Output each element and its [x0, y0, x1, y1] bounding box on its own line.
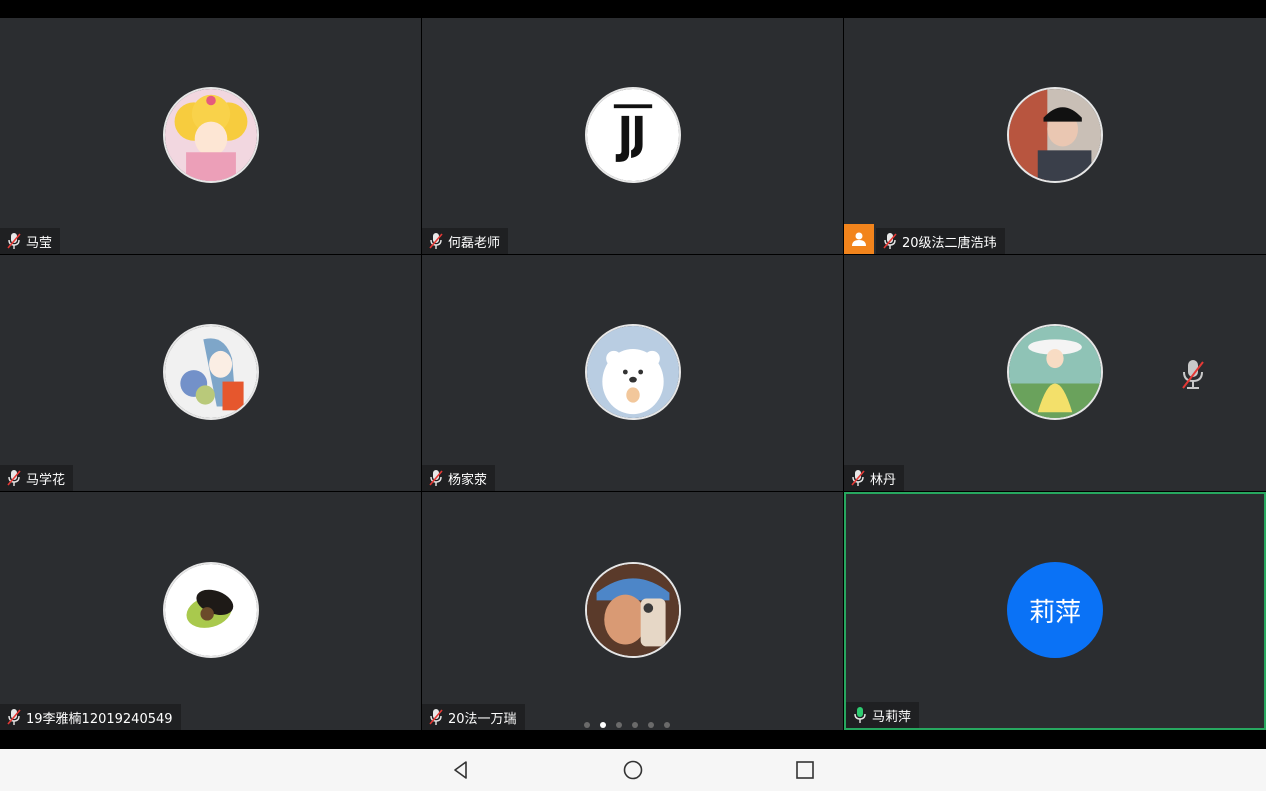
host-person-icon — [852, 232, 866, 246]
participant-avatar — [584, 324, 681, 420]
recents-icon — [796, 761, 814, 779]
participant-name: 19李雅楠12019240549 — [26, 711, 173, 727]
mic-muted-large-icon — [1182, 360, 1204, 389]
recents-button[interactable] — [794, 759, 816, 781]
participant-name-label: 20法一万瑞 — [422, 704, 525, 730]
page-dot[interactable] — [632, 722, 638, 728]
page-dot-current[interactable] — [600, 722, 606, 728]
back-icon — [454, 761, 467, 779]
participant-avatar — [1007, 324, 1103, 420]
participant-name-label: 马学花 — [0, 465, 74, 491]
participant-tile[interactable]: 20级法二唐浩玮 — [844, 18, 1266, 254]
participant-name: 马莹 — [26, 235, 53, 251]
host-badge — [844, 224, 874, 254]
participant-tile[interactable]: 19李雅楠12019240549 — [0, 492, 421, 730]
status-bar — [0, 0, 1266, 18]
participant-name: 20法一万瑞 — [448, 711, 517, 727]
mic-active-icon — [854, 707, 866, 723]
participant-avatar — [1007, 87, 1103, 183]
mic-muted-icon — [883, 233, 897, 249]
participant-tile-active[interactable]: 莉萍 马莉萍 — [844, 492, 1266, 730]
mic-muted-icon — [7, 470, 21, 486]
participant-name-label: 19李雅楠12019240549 — [0, 704, 181, 730]
participant-name-label: 20级法二唐浩玮 — [876, 228, 1005, 254]
participant-name: 马莉萍 — [872, 709, 912, 725]
mic-muted-icon — [429, 470, 443, 486]
participant-name-label: 林丹 — [844, 465, 905, 491]
participant-name: 何磊老师 — [448, 235, 501, 251]
mic-muted-icon — [429, 233, 443, 249]
participant-tile[interactable]: 马学花 — [0, 255, 421, 491]
page-dot[interactable] — [584, 722, 590, 728]
participant-avatar — [584, 562, 681, 658]
mic-muted-icon — [429, 709, 443, 725]
mic-muted-icon — [7, 233, 21, 249]
participant-avatar — [162, 562, 259, 658]
mic-muted-icon — [7, 709, 21, 725]
participant-tile[interactable]: 杨家荥 — [422, 255, 843, 491]
participant-tile[interactable]: 马莹 — [0, 18, 421, 254]
participant-name-label: 马莉萍 — [846, 702, 920, 728]
participant-tile[interactable]: 20法一万瑞 — [422, 492, 843, 730]
participant-avatar — [162, 324, 259, 420]
page-dot[interactable] — [648, 722, 654, 728]
participant-name-label: 何磊老师 — [422, 228, 509, 254]
home-icon — [623, 760, 643, 780]
participant-name: 20级法二唐浩玮 — [902, 235, 997, 251]
participant-tile[interactable]: 林丹 — [844, 255, 1266, 491]
page-indicator[interactable] — [584, 722, 670, 728]
participant-name: 林丹 — [870, 472, 897, 488]
participant-tile[interactable]: 何磊老师 — [422, 18, 843, 254]
home-button[interactable] — [622, 759, 644, 781]
participant-name-label: 杨家荥 — [422, 465, 496, 491]
back-button[interactable] — [450, 759, 472, 781]
participant-name: 杨家荥 — [448, 472, 488, 488]
participant-initials-avatar: 莉萍 — [1007, 562, 1103, 658]
participant-initials: 莉萍 — [1028, 597, 1081, 628]
participant-name: 马学花 — [26, 472, 66, 488]
participant-avatar — [584, 87, 681, 183]
page-dot[interactable] — [664, 722, 670, 728]
system-nav-bar — [0, 749, 1266, 791]
participant-avatar — [162, 87, 259, 183]
page-dot[interactable] — [616, 722, 622, 728]
mic-muted-icon — [851, 470, 865, 486]
participant-name-label: 马莹 — [0, 228, 61, 254]
video-grid: 马莹 何磊老师 20级法二唐浩玮 马学花 杨家荥 林丹 19李雅楠1201924… — [0, 18, 1266, 732]
